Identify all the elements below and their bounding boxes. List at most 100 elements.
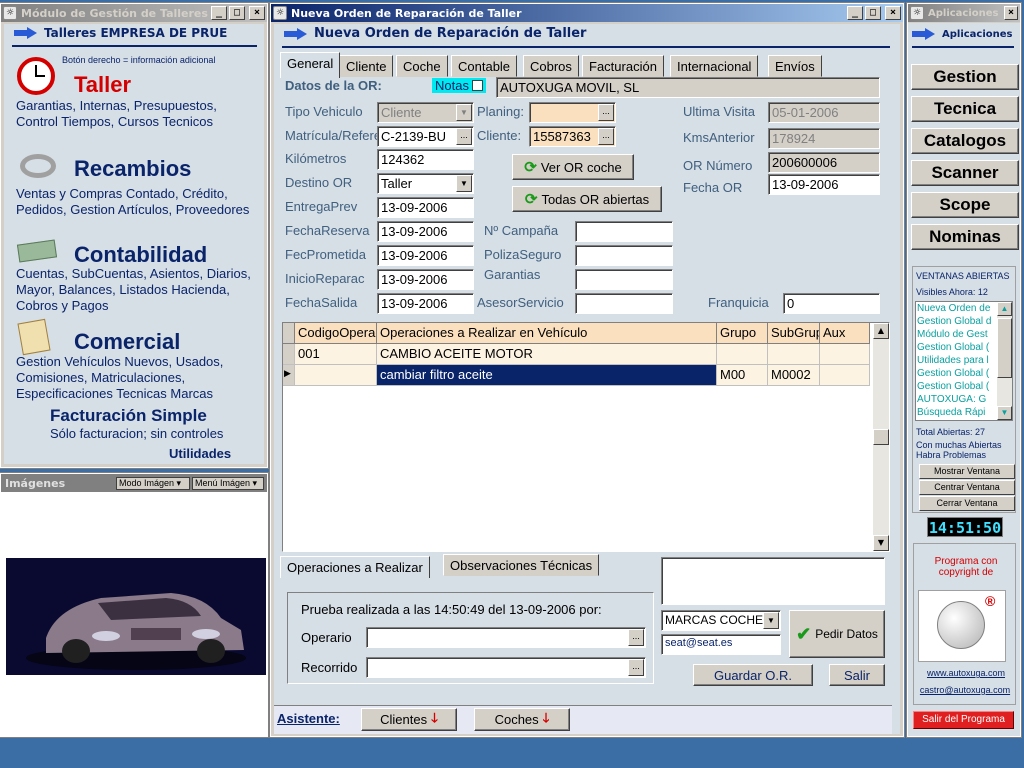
gestion-button[interactable]: Gestion <box>911 64 1019 90</box>
salir-button[interactable]: Salir <box>829 664 885 686</box>
grid-cell[interactable] <box>820 344 870 365</box>
matricula-field[interactable]: C-2139-BU... <box>377 126 474 147</box>
dropdown-arrow-icon[interactable]: ▼ <box>456 175 472 192</box>
parts-icon[interactable] <box>20 154 56 178</box>
menu-imagen-button[interactable]: Menú Imágen ▾ <box>192 477 264 490</box>
money-icon[interactable] <box>16 239 58 263</box>
taller-module[interactable]: Taller <box>74 72 131 98</box>
comercial-module[interactable]: Comercial <box>74 329 180 355</box>
grid-header-codigo[interactable]: CodigoOperación <box>295 323 377 344</box>
minimize-button[interactable]: _ <box>847 6 863 20</box>
dropdown-arrow-icon[interactable]: ▼ <box>456 104 472 121</box>
mail-link[interactable]: castro@autoxuga.com <box>914 685 1016 695</box>
orden-titlebar[interactable]: ☼ Nueva Orden de Reparación de Taller _ … <box>271 4 903 22</box>
list-scrollbar[interactable]: ▲ ▼ <box>997 302 1012 420</box>
aplicaciones-titlebar[interactable]: ☼ Aplicaciones × <box>908 4 1020 22</box>
scope-button[interactable]: Scope <box>911 192 1019 218</box>
lookup-button[interactable]: ... <box>628 659 644 676</box>
campana-field[interactable] <box>575 221 673 242</box>
notas-check[interactable] <box>471 80 483 91</box>
destino-select[interactable]: Taller ▼ <box>377 173 474 194</box>
contabilidad-module[interactable]: Contabilidad <box>74 242 207 268</box>
maximize-button[interactable]: □ <box>229 6 245 20</box>
catalogos-button[interactable]: Catalogos <box>911 128 1019 154</box>
pedir-datos-button[interactable]: ✔ Pedir Datos <box>789 610 885 658</box>
tab-envios[interactable]: Envíos <box>768 55 822 77</box>
document-icon[interactable] <box>17 318 51 356</box>
fecha-or-field[interactable]: 13-09-2006 <box>768 174 880 195</box>
open-windows-list[interactable]: Nueva Orden de Gestion Global d Módulo d… <box>915 301 1013 421</box>
clientes-button[interactable]: Clientes 🡓 <box>361 708 457 731</box>
marcas-select[interactable]: MARCAS COCHES ▼ <box>661 610 781 631</box>
grid-header-grupo[interactable]: Grupo <box>717 323 768 344</box>
scroll-up-icon[interactable]: ▲ <box>997 302 1012 316</box>
grid-cell[interactable] <box>768 344 820 365</box>
minimize-button[interactable]: _ <box>211 6 227 20</box>
close-button[interactable]: × <box>249 6 265 20</box>
grid-cell[interactable]: 001 <box>295 344 377 365</box>
kilometros-field[interactable]: 124362 <box>377 149 474 170</box>
salir-programa-button[interactable]: Salir del Programa <box>913 711 1014 729</box>
fec-prometida-field[interactable]: 13-09-2006 <box>377 245 474 266</box>
tab-coche[interactable]: Coche <box>396 55 448 77</box>
fecha-salida-field[interactable]: 13-09-2006 <box>377 293 474 314</box>
tab-observaciones[interactable]: Observaciones Técnicas <box>443 554 600 576</box>
notes-textarea[interactable] <box>661 557 885 605</box>
row-selector[interactable] <box>283 344 295 365</box>
current-row-icon[interactable]: ▶ <box>283 365 295 386</box>
email-field[interactable]: seat@seat.es <box>661 634 781 655</box>
web-link[interactable]: www.autoxuga.com <box>916 668 1016 678</box>
todas-or-button[interactable]: ⟳ Todas OR abiertas <box>512 186 662 212</box>
grid-cell[interactable]: M0002 <box>768 365 820 386</box>
dropdown-arrow-icon[interactable]: ▼ <box>763 612 779 629</box>
nominas-button[interactable]: Nominas <box>911 224 1019 250</box>
inicio-reparac-field[interactable]: 13-09-2006 <box>377 269 474 290</box>
ver-or-coche-button[interactable]: ⟳ Ver OR coche <box>512 154 634 180</box>
lookup-button[interactable]: ... <box>628 629 644 646</box>
scroll-thumb[interactable] <box>997 318 1012 378</box>
tab-cobros[interactable]: Cobros <box>523 55 579 77</box>
asesor-field[interactable] <box>575 293 673 314</box>
franquicia-field[interactable]: 0 <box>783 293 880 314</box>
grid-header-subgrupo[interactable]: SubGrupo <box>768 323 820 344</box>
tab-internacional[interactable]: Internacional <box>670 55 759 77</box>
grid-cell[interactable] <box>717 344 768 365</box>
grid-cell[interactable]: CAMBIO ACEITE MOTOR <box>377 344 717 365</box>
grid-scrollbar[interactable]: ▲ ▼ <box>873 323 889 551</box>
grid-cell[interactable] <box>820 365 870 386</box>
garantias-field[interactable] <box>575 269 673 290</box>
recorrido-field[interactable]: ... <box>366 657 646 678</box>
operario-field[interactable]: ... <box>366 627 646 648</box>
mostrar-ventana-button[interactable]: Mostrar Ventana <box>919 464 1015 479</box>
cliente-field[interactable]: 15587363... <box>529 126 616 147</box>
poliza-field[interactable] <box>575 245 673 266</box>
grid-cell[interactable]: M00 <box>717 365 768 386</box>
tecnica-button[interactable]: Tecnica <box>911 96 1019 122</box>
grid-cell[interactable] <box>295 365 377 386</box>
planing-field[interactable]: ... <box>529 102 616 123</box>
tab-general[interactable]: General <box>280 52 341 78</box>
grid-header-operaciones[interactable]: Operaciones a Realizar en Vehículo <box>377 323 717 344</box>
notas-checkbox[interactable]: Notas <box>432 78 486 93</box>
tab-contable[interactable]: Contable <box>451 55 518 77</box>
coches-button[interactable]: Coches 🡓 <box>474 708 570 731</box>
guardar-button[interactable]: Guardar O.R. <box>693 664 813 686</box>
tab-cliente[interactable]: Cliente <box>339 55 394 77</box>
scanner-button[interactable]: Scanner <box>911 160 1019 186</box>
recambios-module[interactable]: Recambios <box>74 156 191 182</box>
scroll-up-icon[interactable]: ▲ <box>873 323 889 339</box>
grid-cell-selected[interactable]: cambiar filtro aceite <box>377 365 717 386</box>
tipo-vehiculo-select[interactable]: Cliente ▼ <box>377 102 474 123</box>
tab-facturacion[interactable]: Facturación <box>582 55 664 77</box>
close-button[interactable]: × <box>1004 6 1018 20</box>
centrar-ventana-button[interactable]: Centrar Ventana <box>919 480 1015 495</box>
grid-header-aux[interactable]: Aux <box>820 323 870 344</box>
modulo-titlebar[interactable]: ☼ Módulo de Gestión de Talleres _ □ × <box>1 4 267 22</box>
scroll-down-icon[interactable]: ▼ <box>873 535 889 551</box>
maximize-button[interactable]: □ <box>865 6 881 20</box>
facturacion-simple[interactable]: Facturación Simple <box>50 406 207 426</box>
cerrar-ventana-button[interactable]: Cerrar Ventana <box>919 496 1015 511</box>
tab-operaciones[interactable]: Operaciones a Realizar <box>280 556 430 578</box>
clock-icon[interactable] <box>17 57 55 95</box>
modo-imagen-button[interactable]: Modo Imágen ▾ <box>116 477 190 490</box>
